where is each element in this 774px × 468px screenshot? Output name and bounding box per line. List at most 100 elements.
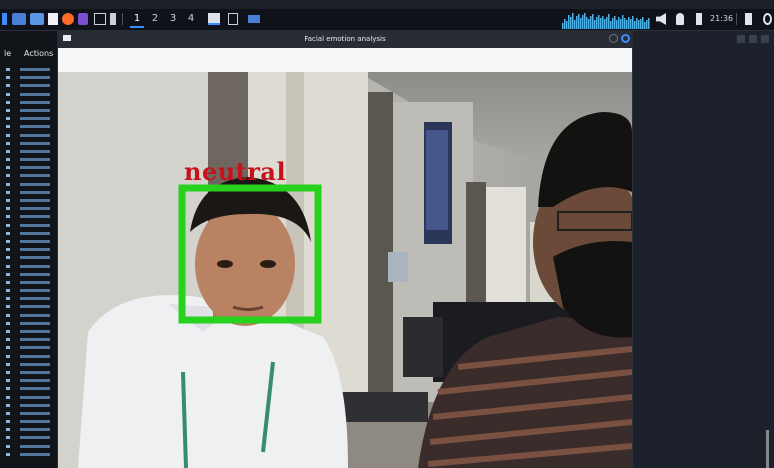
audio-meter-bar	[588, 19, 590, 29]
terminal-line	[6, 132, 56, 140]
audio-meter-bar	[602, 16, 604, 29]
audio-meter-bar	[646, 20, 648, 29]
audio-meter-bar	[636, 18, 638, 29]
terminal-line	[6, 443, 56, 451]
terminal-line	[6, 66, 56, 74]
webcam-feed: neutral	[58, 72, 632, 468]
window-close-button[interactable]	[621, 34, 630, 43]
terminal-window[interactable]: le Actions	[0, 31, 57, 468]
terminal-line	[6, 295, 56, 303]
window-menu-icon[interactable]	[63, 35, 71, 41]
audio-meter	[562, 13, 650, 29]
firefox-icon[interactable]	[62, 13, 74, 25]
window-title: Facial emotion analysis	[304, 35, 386, 43]
terminal-line	[6, 353, 56, 361]
audio-meter-bar	[612, 18, 614, 29]
toolbar-area	[58, 48, 632, 72]
workspace-1[interactable]: 1	[130, 12, 144, 28]
terminal-line	[6, 82, 56, 90]
terminal-line	[6, 156, 56, 164]
terminal-output	[6, 66, 56, 459]
clock[interactable]: 21:36	[710, 12, 733, 26]
terminal-line	[6, 271, 56, 279]
workspace-4[interactable]: 4	[184, 12, 198, 26]
terminal-line	[6, 123, 56, 131]
audio-meter-bar	[578, 14, 580, 29]
audio-meter-bar	[628, 17, 630, 29]
audio-meter-bar	[574, 20, 576, 29]
terminal-line	[6, 287, 56, 295]
terminal-line	[6, 279, 56, 287]
minimize-icon[interactable]	[737, 35, 745, 43]
terminal-line	[6, 418, 56, 426]
audio-meter-bar	[622, 15, 624, 29]
audio-meter-bar	[616, 20, 618, 29]
scrollbar[interactable]	[766, 430, 769, 468]
taskbar-window-emotion-app[interactable]	[248, 15, 260, 23]
audio-meter-bar	[606, 17, 608, 29]
workspace-3[interactable]: 3	[166, 12, 180, 26]
terminal-line	[6, 246, 56, 254]
terminal-line	[6, 312, 56, 320]
audio-meter-bar	[626, 20, 628, 29]
app-menu-icon[interactable]	[2, 13, 7, 25]
desktop: 1 2 3 4 21:36 le Actions Facial emotion …	[0, 0, 774, 468]
audio-meter-bar	[634, 21, 636, 29]
audio-meter-bar	[596, 17, 598, 29]
notification-bell-icon[interactable]	[676, 13, 684, 25]
maximize-icon[interactable]	[749, 35, 757, 43]
audio-meter-bar	[598, 15, 600, 29]
terminal-line	[6, 377, 56, 385]
terminal-line	[6, 172, 56, 180]
app-window[interactable]: Facial emotion analysis neutral	[57, 30, 633, 468]
screenshot-icon[interactable]	[94, 13, 106, 25]
audio-meter-bar	[610, 21, 612, 29]
close-icon[interactable]	[761, 35, 769, 43]
text-editor-icon[interactable]	[48, 13, 58, 25]
window-minimize-button[interactable]	[609, 34, 618, 43]
terminal-line	[6, 148, 56, 156]
panel-separator	[736, 13, 737, 25]
audio-meter-bar	[594, 20, 596, 29]
audio-meter-bar	[580, 18, 582, 29]
workspace-2[interactable]: 2	[148, 12, 162, 26]
volume-icon[interactable]	[656, 13, 666, 25]
battery-icon[interactable]	[696, 13, 702, 25]
terminal-line	[6, 181, 56, 189]
audio-meter-bar	[644, 22, 646, 29]
terminal-column-actions: Actions	[24, 49, 54, 58]
terminal-column-file: le	[4, 49, 12, 58]
terminal-line	[6, 222, 56, 230]
audio-meter-bar	[584, 13, 586, 29]
audio-meter-bar	[604, 19, 606, 29]
window-controls	[737, 35, 771, 43]
editor-icon[interactable]	[78, 13, 88, 25]
terminal-line	[6, 451, 56, 459]
audio-meter-bar	[638, 20, 640, 29]
terminal-line	[6, 434, 56, 442]
terminal-line	[6, 303, 56, 311]
audio-meter-bar	[562, 23, 564, 29]
terminal-launcher-icon[interactable]	[12, 13, 26, 25]
taskbar-window-terminal[interactable]	[208, 13, 220, 25]
audio-meter-bar	[568, 15, 570, 29]
power-icon[interactable]	[763, 13, 772, 25]
terminal-line	[6, 164, 56, 172]
audio-meter-bar	[648, 18, 650, 29]
camera-frame-image	[58, 72, 632, 468]
audio-meter-bar	[600, 18, 602, 29]
audio-meter-bar	[642, 17, 644, 29]
audio-meter-bar	[608, 14, 610, 29]
run-icon[interactable]	[110, 13, 116, 25]
file-manager-icon[interactable]	[30, 13, 44, 25]
terminal-line	[6, 336, 56, 344]
terminal-line	[6, 263, 56, 271]
terminal-line	[6, 254, 56, 262]
emotion-label: neutral	[184, 157, 287, 186]
terminal-line	[6, 410, 56, 418]
lock-icon[interactable]	[745, 13, 752, 25]
window-titlebar[interactable]: Facial emotion analysis	[57, 30, 633, 48]
taskbar-window-editor[interactable]	[228, 13, 238, 25]
terminal-line	[6, 140, 56, 148]
terminal-line	[6, 426, 56, 434]
